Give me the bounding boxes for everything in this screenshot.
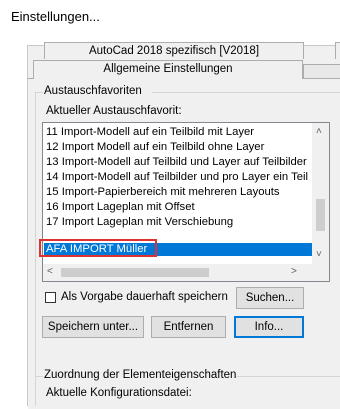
horizontal-scrollbar[interactable]: < >: [43, 264, 329, 281]
tab-other[interactable]: [303, 64, 340, 79]
info-button[interactable]: Info...: [234, 316, 304, 338]
group-border-left: [35, 92, 36, 377]
group-border-top-left-2: [35, 376, 43, 377]
favorites-list[interactable]: 11 Import-Modell auf ein Teilbild mit La…: [42, 122, 330, 282]
tab-autocad-2018[interactable]: AutoCad 2018 spezifisch [V2018]: [44, 42, 304, 59]
group-border-top-right: [152, 92, 340, 93]
group-border-top-right-2: [232, 376, 340, 377]
current-favorite-label: Aktueller Austauschfavorit:: [46, 105, 182, 117]
current-config-label: Aktuelle Konfigurationsdatei:: [46, 387, 192, 399]
page-title: Einstellungen...: [11, 9, 100, 24]
list-item[interactable]: 13 Import-Modell auf Teilbild und Layer …: [46, 156, 307, 169]
list-item[interactable]: 15 Import-Papierbereich mit mehreren Lay…: [46, 186, 280, 199]
tab-more[interactable]: [335, 42, 340, 59]
horizontal-scroll-thumb[interactable]: [61, 268, 209, 277]
save-default-label: Als Vorgabe dauerhaft speichern: [61, 291, 228, 303]
scroll-left-icon[interactable]: <: [47, 267, 53, 277]
search-button[interactable]: Suchen...: [236, 287, 304, 309]
group-border-top-left: [35, 92, 43, 93]
remove-button[interactable]: Entfernen: [151, 316, 226, 338]
vertical-scrollbar[interactable]: ˄ ˅: [312, 123, 329, 266]
scroll-right-icon[interactable]: >: [291, 267, 297, 277]
red-highlight-box: [39, 239, 157, 257]
favorites-group-title: Austauschfavoriten: [43, 85, 143, 97]
scroll-down-icon[interactable]: ˅: [316, 250, 322, 260]
list-item[interactable]: 11 Import-Modell auf ein Teilbild mit La…: [46, 126, 254, 139]
list-item[interactable]: 17 Import Lageplan mit Verschiebung: [46, 216, 233, 229]
list-item[interactable]: 12 Import Modell auf ein Teilbild ohne L…: [46, 141, 264, 154]
save-default-checkbox[interactable]: [45, 292, 56, 303]
vertical-scroll-thumb[interactable]: [316, 199, 325, 231]
group-border-left-2: [35, 376, 36, 406]
list-item[interactable]: 16 Import Lageplan mit Offset: [46, 201, 195, 214]
assignment-group-title: Zuordnung der Elementeigenschaften: [43, 369, 238, 381]
scroll-up-icon[interactable]: ˄: [316, 127, 322, 137]
tab-general-settings[interactable]: Allgemeine Einstellungen: [33, 60, 303, 79]
save-as-button[interactable]: Speichern unter...: [42, 316, 144, 338]
list-item[interactable]: 14 Import-Modell auf Teilbilder und pro …: [46, 171, 308, 184]
